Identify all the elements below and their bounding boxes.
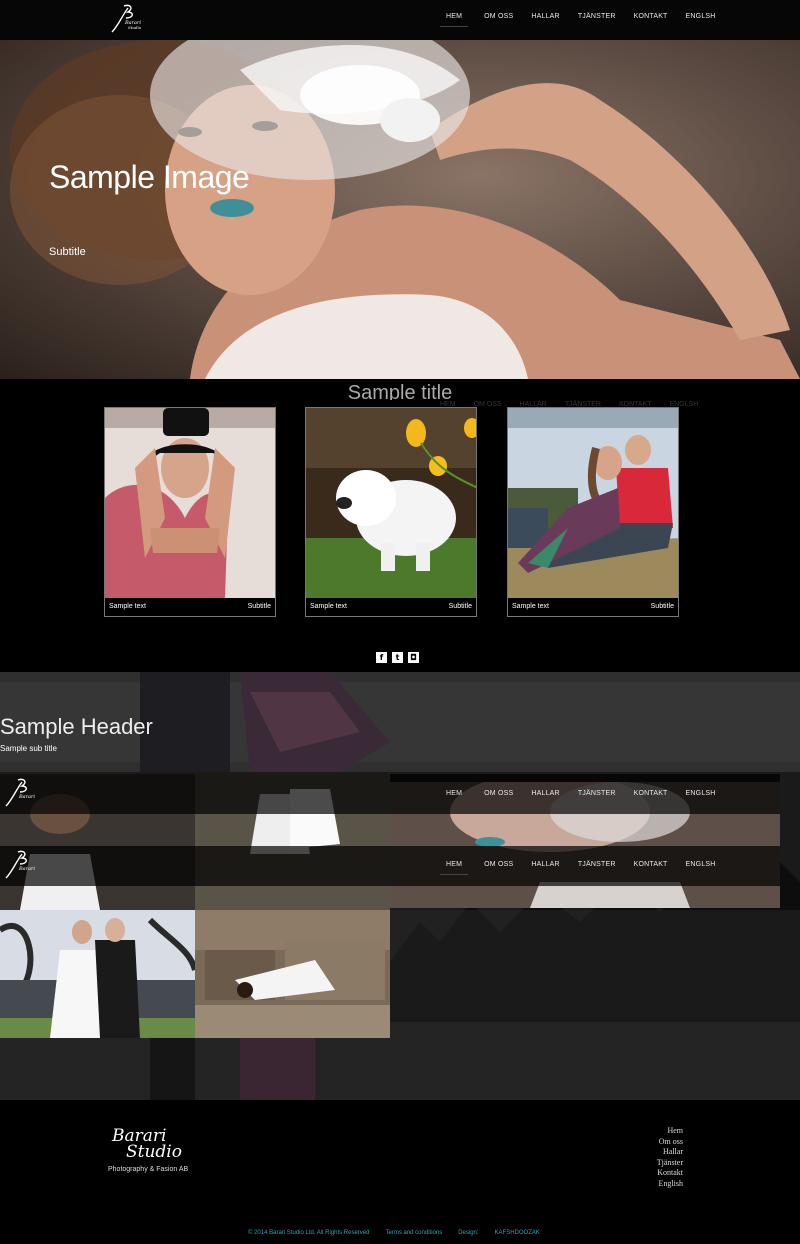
instagram-icon[interactable]: ◘ (408, 652, 419, 663)
card-3-text: Sample text (512, 602, 549, 610)
overlay-nav-2-links: HEM OM OSS HALLAR TJÄNSTER KONTAKT ENGLS… (440, 859, 716, 875)
hero-photo (10, 40, 800, 379)
footer: Barari Studio Photography & Fasion AB He… (0, 1100, 800, 1244)
card-1[interactable]: Sample text Subtitle (104, 407, 276, 617)
top-navbar: Barari Studio HEM OM OSS HALLAR TJÄNSTER… (0, 0, 800, 40)
footer-link-hem[interactable]: Hem (640, 1126, 683, 1137)
footer-nav: Hem Om oss Hallar Tjänster Kontakt Engli… (640, 1126, 683, 1189)
footer-link-kontakt[interactable]: Kontakt (640, 1168, 683, 1179)
barari-logo-icon[interactable]: Barari (0, 776, 36, 810)
svg-text:Barari: Barari (18, 794, 35, 800)
gallery-image-4[interactable] (195, 910, 390, 1038)
nav-item-english[interactable]: ENGLSH (686, 859, 716, 875)
nav-item-english[interactable]: ENGLSH (686, 788, 716, 803)
nav-item-hem[interactable]: HEM (440, 788, 468, 803)
card-2-image (306, 408, 476, 598)
card-3-caption: Sample text Subtitle (508, 596, 678, 616)
card-1-image (105, 408, 275, 598)
social-links: f t ◘ (376, 652, 419, 663)
card-2-caption: Sample text Subtitle (306, 596, 476, 616)
nav-item-om-oss[interactable]: OM OSS (484, 859, 513, 875)
hero-slider[interactable]: Sample Image Subtitle (0, 40, 800, 379)
facebook-icon[interactable]: f (376, 652, 387, 663)
nav-item-tjanster[interactable]: TJÄNSTER (578, 788, 616, 803)
ghost-nav-item: OM OSS (473, 401, 502, 408)
nav-item-om-oss[interactable]: OM OSS (484, 788, 513, 803)
card-3[interactable]: Sample text Subtitle (507, 407, 679, 617)
overlay-navbar-1: Barari HEM OM OSS HALLAR TJÄNSTER KONTAK… (0, 774, 780, 814)
nav-item-kontakt[interactable]: KONTAKT (634, 859, 668, 875)
card-2[interactable]: Sample text Subtitle (305, 407, 477, 617)
nav-item-tjanster[interactable]: TJÄNSTER (578, 11, 616, 27)
footer-link-om-oss[interactable]: Om oss (640, 1137, 683, 1148)
terms-link[interactable]: Terms and conditions (386, 1230, 443, 1236)
main-nav: HEM OM OSS HALLAR TJÄNSTER KONTAKT ENGLS… (440, 11, 716, 27)
card-2-text: Sample text (310, 602, 347, 610)
overlay-nav-1-links: HEM OM OSS HALLAR TJÄNSTER KONTAKT ENGLS… (440, 788, 716, 803)
card-2-subtitle: Subtitle (448, 602, 472, 610)
footer-tagline: Photography & Fasion AB (108, 1166, 189, 1173)
card-1-subtitle: Subtitle (247, 602, 271, 610)
nav-item-om-oss[interactable]: OM OSS (484, 11, 513, 27)
footer-bottom-bar: © 2014 Barari Studio Ltd. All Rights Res… (248, 1230, 540, 1236)
footer-link-tjanster[interactable]: Tjänster (640, 1158, 683, 1169)
svg-text:Studio: Studio (128, 25, 142, 30)
nav-item-hallar[interactable]: HALLAR (531, 859, 559, 875)
hero-title: Sample Image (49, 159, 250, 195)
barari-logo-icon[interactable]: Barari (0, 848, 36, 882)
nav-item-hem[interactable]: HEM (440, 11, 469, 27)
copyright-text: © 2014 Barari Studio Ltd. All Rights Res… (248, 1230, 370, 1236)
gallery-image-3[interactable] (0, 910, 195, 1038)
footer-link-hallar[interactable]: Hallar (640, 1147, 683, 1158)
card-3-image (508, 408, 678, 598)
nav-item-tjanster[interactable]: TJÄNSTER (578, 859, 616, 875)
nav-item-english[interactable]: ENGLSH (686, 11, 716, 27)
footer-logo[interactable]: Barari Studio (112, 1128, 182, 1162)
nav-item-kontakt[interactable]: KONTAKT (634, 11, 668, 27)
nav-item-hem[interactable]: HEM (440, 859, 469, 875)
card-1-text: Sample text (109, 602, 146, 610)
card-3-subtitle: Subtitle (650, 602, 674, 610)
barari-logo-icon[interactable]: Barari Studio (106, 2, 142, 36)
svg-text:Barari: Barari (18, 866, 35, 872)
nav-item-hallar[interactable]: HALLAR (531, 788, 559, 803)
cards-section-title: Sample title (347, 382, 453, 400)
card-1-caption: Sample text Subtitle (105, 596, 275, 616)
twitter-icon[interactable]: t (392, 652, 403, 663)
footer-logo-line2: Studio (126, 1142, 182, 1162)
nav-item-hallar[interactable]: HALLAR (531, 11, 559, 27)
designer-link[interactable]: KAFSHDOOZAK (495, 1230, 540, 1236)
overlay-navbar-2: Barari HEM OM OSS HALLAR TJÄNSTER KONTAK… (0, 846, 780, 886)
footer-link-english[interactable]: English (640, 1179, 683, 1190)
design-label: Design: (458, 1230, 479, 1236)
hero-subtitle: Subtitle (49, 246, 86, 258)
gallery-subtitle: Sample sub title (0, 744, 57, 753)
gallery-header: Sample Header (0, 714, 153, 739)
nav-item-kontakt[interactable]: KONTAKT (634, 788, 668, 803)
